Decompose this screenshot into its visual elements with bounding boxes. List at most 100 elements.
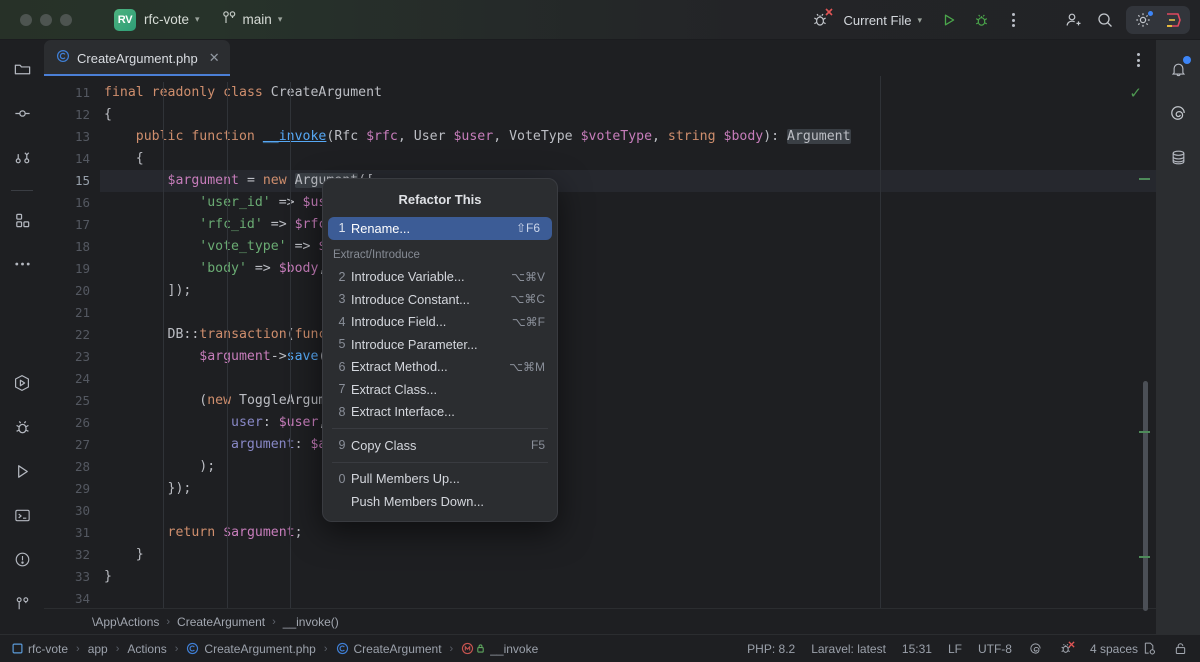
status-breadcrumb-item[interactable]: app <box>88 642 108 656</box>
code-line[interactable] <box>100 368 1156 390</box>
add-collaborator-icon[interactable] <box>1058 6 1088 34</box>
close-icon[interactable]: ✕ <box>209 50 220 66</box>
indent-setting[interactable]: 4 spaces <box>1090 642 1138 656</box>
breadcrumb-item[interactable]: __invoke() <box>283 615 339 629</box>
code-line[interactable]: $argument = new Argument([ <box>100 170 1156 192</box>
menu-item[interactable]: 5Introduce Parameter... <box>323 333 557 356</box>
code-line[interactable]: ]); <box>100 280 1156 302</box>
menu-item[interactable]: 8Extract Interface... <box>323 401 557 424</box>
inspection-status-icon[interactable]: ✓ <box>1129 84 1142 102</box>
code-line[interactable]: final readonly class CreateArgument <box>100 82 1156 104</box>
sidebar-item-run-config[interactable] <box>5 366 39 400</box>
sidebar-item-debug[interactable] <box>5 410 39 444</box>
menu-item-label: Introduce Field... <box>351 314 512 329</box>
code-line[interactable]: user: $user, <box>100 412 1156 434</box>
close-window-button[interactable] <box>20 14 32 26</box>
method-icon <box>461 642 485 655</box>
status-breadcrumb[interactable]: rfc-vote›app›Actions›CreateArgument.php›… <box>12 642 538 656</box>
sidebar-item-pull-requests[interactable] <box>5 140 39 174</box>
code-line[interactable]: argument: $arg <box>100 434 1156 456</box>
code-line[interactable]: }); <box>100 478 1156 500</box>
status-breadcrumb-item[interactable]: CreateArgument <box>336 642 442 656</box>
code-line[interactable]: (new ToggleArgumen <box>100 390 1156 412</box>
sidebar-item-structure[interactable] <box>5 203 39 237</box>
breadcrumb-separator: › <box>166 616 170 628</box>
window-controls[interactable] <box>0 14 72 26</box>
menu-item[interactable]: 7Extract Class... <box>323 378 557 401</box>
menu-item[interactable]: 9Copy ClassF5 <box>323 434 557 457</box>
code-line[interactable]: { <box>100 104 1156 126</box>
ai-assistant-icon[interactable] <box>1158 6 1188 34</box>
line-separator[interactable]: LF <box>948 642 962 656</box>
project-name[interactable]: rfc-vote <box>144 12 189 27</box>
refactor-this-popup[interactable]: Refactor This 1Rename...⇧F6Extract/Intro… <box>322 178 558 522</box>
status-breadcrumb-item[interactable]: CreateArgument.php <box>186 642 315 656</box>
code-line[interactable]: 'user_id' => $user <box>100 192 1156 214</box>
sidebar-item-terminal[interactable] <box>5 498 39 532</box>
laravel-icon[interactable] <box>1161 96 1195 130</box>
code-line[interactable]: 'vote_type' => $vo <box>100 236 1156 258</box>
sidebar-item-project[interactable] <box>5 52 39 86</box>
code-line[interactable] <box>100 500 1156 522</box>
debug-icon[interactable] <box>966 6 996 34</box>
editor-breadcrumb[interactable]: \App\Actions›CreateArgument›__invoke() <box>44 608 1156 634</box>
code-editor[interactable]: 1112131415161718192021222324252627282930… <box>44 76 1156 608</box>
code-line[interactable]: $argument->save(); <box>100 346 1156 368</box>
line-number: 15 <box>44 170 100 192</box>
code-line[interactable] <box>100 302 1156 324</box>
laravel-icon[interactable] <box>1028 641 1043 656</box>
minimize-window-button[interactable] <box>40 14 52 26</box>
breadcrumb-item[interactable]: \App\Actions <box>92 615 159 629</box>
code-content[interactable]: final readonly class CreateArgument{ pub… <box>100 76 1156 608</box>
code-line[interactable]: } <box>100 544 1156 566</box>
readonly-lock-icon[interactable] <box>1173 641 1188 656</box>
menu-item[interactable]: 1Rename...⇧F6 <box>328 217 552 240</box>
line-number: 31 <box>44 522 100 544</box>
code-line[interactable]: public function __invoke(Rfc $rfc, User … <box>100 126 1156 148</box>
menu-item[interactable]: 3Introduce Constant...⌥⌘C <box>323 288 557 311</box>
editor-options-icon[interactable] <box>1137 53 1140 67</box>
php-version[interactable]: PHP: 8.2 <box>747 642 795 656</box>
more-options-icon[interactable] <box>998 6 1028 34</box>
inspections-icon[interactable] <box>1059 641 1074 656</box>
branch-name[interactable]: main <box>243 12 272 27</box>
editor-tab[interactable]: CreateArgument.php ✕ <box>44 40 230 76</box>
notifications-icon[interactable] <box>1161 52 1195 86</box>
menu-item[interactable]: 4Introduce Field...⌥⌘F <box>323 311 557 334</box>
maximize-window-button[interactable] <box>60 14 72 26</box>
sidebar-item-run[interactable] <box>5 454 39 488</box>
code-line[interactable]: { <box>100 148 1156 170</box>
file-encoding[interactable]: UTF-8 <box>978 642 1012 656</box>
sidebar-item-problems[interactable] <box>5 542 39 576</box>
indent-settings-icon[interactable] <box>1142 641 1157 656</box>
sidebar-item-commit[interactable] <box>5 96 39 130</box>
menu-item[interactable]: 2Introduce Variable...⌥⌘V <box>323 266 557 289</box>
code-line[interactable]: 'body' => $body, <box>100 258 1156 280</box>
gear-icon[interactable] <box>1128 6 1158 34</box>
chevron-down-icon[interactable]: ▾ <box>278 14 283 25</box>
code-line[interactable]: ); <box>100 456 1156 478</box>
branch-selector[interactable]: main ▾ <box>222 10 283 30</box>
status-breadcrumb-item[interactable]: rfc-vote <box>12 642 68 656</box>
database-icon[interactable] <box>1161 140 1195 174</box>
menu-item[interactable]: 6Extract Method...⌥⌘M <box>323 356 557 379</box>
bug-error-icon[interactable] <box>806 6 836 34</box>
code-line[interactable] <box>100 588 1156 608</box>
search-icon[interactable] <box>1090 6 1120 34</box>
sidebar-item-more[interactable] <box>5 247 39 281</box>
code-line[interactable]: } <box>100 566 1156 588</box>
code-line[interactable]: return $argument; <box>100 522 1156 544</box>
menu-item[interactable]: Push Members Down... <box>323 490 557 513</box>
status-breadcrumb-item[interactable]: Actions <box>127 642 166 656</box>
code-line[interactable]: 'rfc_id' => $rfc-> <box>100 214 1156 236</box>
sidebar-item-version-control[interactable] <box>5 586 39 620</box>
laravel-version[interactable]: Laravel: latest <box>811 642 886 656</box>
run-icon[interactable] <box>934 6 964 34</box>
run-configuration-selector[interactable]: Current File▾ <box>838 13 928 28</box>
status-breadcrumb-item[interactable]: __invoke <box>461 642 538 656</box>
code-line[interactable]: DB::transaction(functi <box>100 324 1156 346</box>
breadcrumb-item[interactable]: CreateArgument <box>177 615 265 629</box>
menu-item[interactable]: 0Pull Members Up... <box>323 468 557 491</box>
chevron-down-icon[interactable]: ▾ <box>195 14 200 25</box>
editor-scrollbar[interactable] <box>1140 106 1150 604</box>
